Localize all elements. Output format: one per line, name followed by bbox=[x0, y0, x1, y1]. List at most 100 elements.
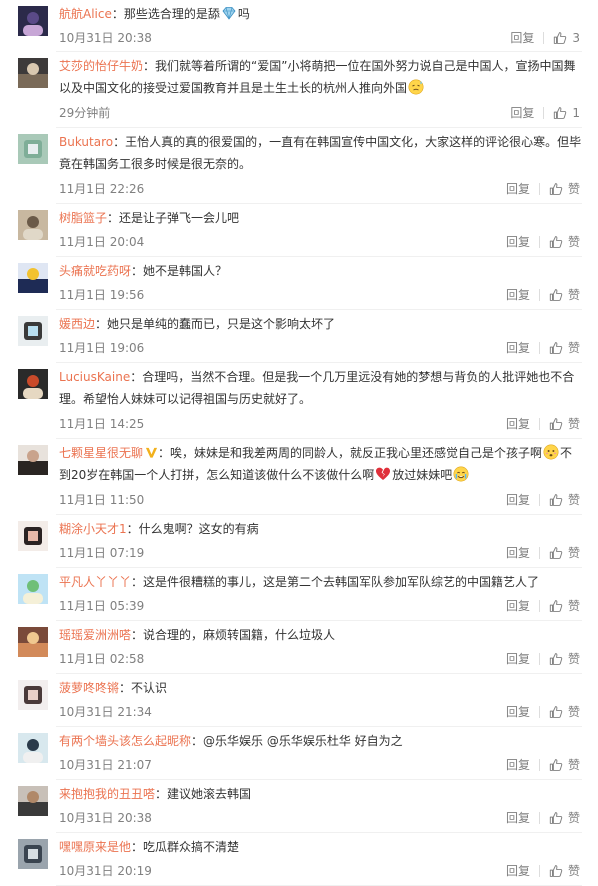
username-link[interactable]: LuciusKaine bbox=[59, 370, 130, 384]
username-link[interactable]: 七颗星星很无聊 bbox=[59, 446, 143, 460]
reply-button[interactable]: 回复 bbox=[506, 810, 530, 826]
avatar[interactable] bbox=[18, 839, 48, 869]
reply-button[interactable]: 回复 bbox=[506, 181, 530, 197]
username-link[interactable]: 树脂篮子 bbox=[59, 211, 107, 225]
comment-actions: 回复 赞 bbox=[506, 704, 580, 720]
reply-button[interactable]: 回复 bbox=[506, 598, 530, 614]
comment-actions: 回复 赞 bbox=[506, 181, 580, 197]
like-button[interactable]: 赞 bbox=[549, 545, 580, 561]
avatar[interactable] bbox=[18, 210, 48, 240]
reply-button[interactable]: 回复 bbox=[506, 340, 530, 356]
like-button[interactable]: 赞 bbox=[549, 651, 580, 667]
thumbs-up-icon bbox=[549, 493, 568, 507]
like-button[interactable]: 赞 bbox=[549, 340, 580, 356]
avatar[interactable] bbox=[18, 786, 48, 816]
reply-button[interactable]: 回复 bbox=[510, 105, 534, 121]
crying-emoji-icon bbox=[453, 466, 469, 482]
username-link[interactable]: 嘿嘿原来是他 bbox=[59, 840, 131, 854]
comment-text: 树脂篮子：还是让子弹飞一会儿吧 bbox=[59, 207, 582, 229]
thumbs-up-icon bbox=[553, 31, 572, 45]
comment-body: ：@乐华娱乐 @乐华娱乐杜华 好自为之 bbox=[191, 734, 403, 748]
comment-body: ：什么鬼啊？这女的有病 bbox=[126, 522, 259, 536]
comment-timestamp: 10月31日 20:38 bbox=[59, 31, 152, 45]
avatar[interactable] bbox=[18, 627, 48, 657]
like-button[interactable]: 赞 bbox=[549, 598, 580, 614]
avatar[interactable] bbox=[18, 263, 48, 293]
comment-timestamp: 11月1日 05:39 bbox=[59, 599, 145, 613]
divider bbox=[543, 107, 545, 119]
like-button[interactable]: 赞 bbox=[549, 181, 580, 197]
avatar[interactable] bbox=[18, 733, 48, 763]
avatar[interactable] bbox=[18, 316, 48, 346]
comment-text: 来抱抱我的丑丑嗒：建议她滚去韩国 bbox=[59, 783, 582, 805]
avatar[interactable] bbox=[18, 574, 48, 604]
comment-item: 嘿嘿原来是他：吃瓜群众搞不清楚 10月31日 20:19 回复 赞 bbox=[0, 833, 598, 886]
thumbs-up-icon bbox=[549, 182, 568, 196]
username-link[interactable]: Bukutaro bbox=[59, 135, 113, 149]
awkward-emoji-icon bbox=[543, 444, 559, 460]
comment-body: ：那些选合理的是舔 bbox=[111, 7, 220, 21]
reply-button[interactable]: 回复 bbox=[506, 757, 530, 773]
avatar[interactable] bbox=[18, 58, 48, 88]
username-link[interactable]: 头痛就吃药呀 bbox=[59, 264, 131, 278]
reply-button[interactable]: 回复 bbox=[510, 30, 534, 46]
username-link[interactable]: 艾莎的怡仔牛奶 bbox=[59, 59, 143, 73]
comment-body: ：合理吗，当然不合理。但是我一个几万里远没有她的梦想与背负的人批评她也不合理。希… bbox=[59, 370, 575, 406]
comment-text: LuciusKaine：合理吗，当然不合理。但是我一个几万里远没有她的梦想与背负… bbox=[59, 366, 582, 410]
comment-timestamp: 11月1日 19:56 bbox=[59, 288, 145, 302]
comment-body: ：吃瓜群众搞不清楚 bbox=[131, 840, 240, 854]
like-button[interactable]: 赞 bbox=[549, 492, 580, 508]
comment-text: 菠萝咚咚锵：不认识 bbox=[59, 677, 582, 699]
comment-body: 吗 bbox=[237, 7, 250, 21]
like-button[interactable]: 赞 bbox=[549, 704, 580, 720]
username-link[interactable]: 糊涂小天才1 bbox=[59, 522, 127, 536]
username-link[interactable]: 航航Alice bbox=[59, 7, 112, 21]
avatar[interactable] bbox=[18, 680, 48, 710]
comment-actions: 回复 赞 bbox=[506, 340, 580, 356]
username-link[interactable]: 瑶瑶爱洲洲嗒 bbox=[59, 628, 131, 642]
like-button[interactable]: 1 bbox=[553, 105, 580, 121]
like-button[interactable]: 赞 bbox=[549, 810, 580, 826]
like-button[interactable]: 赞 bbox=[549, 757, 580, 773]
comment-item: 航航Alice：那些选合理的是舔 吗 10月31日 20:38 回复 3 bbox=[0, 0, 598, 52]
like-button[interactable]: 3 bbox=[553, 30, 580, 46]
reply-button[interactable]: 回复 bbox=[506, 863, 530, 879]
username-link[interactable]: 平凡人丫丫丫 bbox=[59, 575, 131, 589]
like-count: 赞 bbox=[567, 811, 580, 825]
like-count: 赞 bbox=[567, 864, 580, 878]
like-button[interactable]: 赞 bbox=[549, 234, 580, 250]
avatar[interactable] bbox=[18, 369, 48, 399]
comment-timestamp: 10月31日 21:07 bbox=[59, 758, 152, 772]
divider bbox=[538, 236, 540, 248]
thumbs-up-icon bbox=[549, 758, 568, 772]
like-button[interactable]: 赞 bbox=[549, 416, 580, 432]
avatar[interactable] bbox=[18, 6, 48, 36]
reply-button[interactable]: 回复 bbox=[506, 234, 530, 250]
reply-button[interactable]: 回复 bbox=[506, 416, 530, 432]
username-link[interactable]: 来抱抱我的丑丑嗒 bbox=[59, 787, 155, 801]
reply-button[interactable]: 回复 bbox=[506, 704, 530, 720]
like-button[interactable]: 赞 bbox=[549, 287, 580, 303]
username-link[interactable]: 菠萝咚咚锵 bbox=[59, 681, 119, 695]
like-count: 3 bbox=[572, 31, 580, 45]
comment-actions: 回复 赞 bbox=[506, 416, 580, 432]
comment-item: 七颗星星很无聊 ：唉，妹妹是和我差两周的同龄人，就反正我心里还感觉自己是个孩子啊不… bbox=[0, 439, 598, 515]
reply-button[interactable]: 回复 bbox=[506, 287, 530, 303]
comment-item: 糊涂小天才1：什么鬼啊？这女的有病 11月1日 07:19 回复 赞 bbox=[0, 515, 598, 568]
username-link[interactable]: 媛西边 bbox=[59, 317, 95, 331]
reply-button[interactable]: 回复 bbox=[506, 545, 530, 561]
avatar[interactable] bbox=[18, 521, 48, 551]
avatar[interactable] bbox=[18, 134, 48, 164]
like-count: 赞 bbox=[567, 417, 580, 431]
username-link[interactable]: 有两个墙头该怎么起昵称 bbox=[59, 734, 191, 748]
thumbs-up-icon bbox=[549, 811, 568, 825]
like-button[interactable]: 赞 bbox=[549, 863, 580, 879]
comment-timestamp: 11月1日 20:04 bbox=[59, 235, 145, 249]
divider bbox=[538, 418, 540, 430]
comment-item: 平凡人丫丫丫：这是件很糟糕的事儿，这是第二个去韩国军队参加军队综艺的中国籍艺人了… bbox=[0, 568, 598, 621]
avatar[interactable] bbox=[18, 445, 48, 475]
comment-actions: 回复 赞 bbox=[506, 651, 580, 667]
reply-button[interactable]: 回复 bbox=[506, 651, 530, 667]
reply-button[interactable]: 回复 bbox=[506, 492, 530, 508]
divider bbox=[538, 706, 540, 718]
